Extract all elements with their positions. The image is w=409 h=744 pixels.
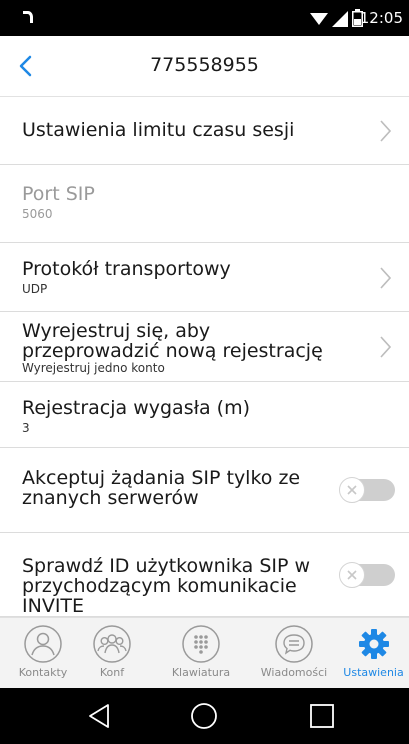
row-label: Port SIP [22, 183, 95, 205]
gear-icon [359, 629, 389, 659]
chevron-right-icon [380, 120, 391, 142]
check-sip-user-id-row: Sprawdź ID użytkownika SIP w przychodząc… [0, 533, 409, 617]
transport-protocol-row[interactable]: Protokół transportowy UDP [0, 243, 409, 312]
toggle-knob [339, 477, 365, 503]
close-icon [347, 570, 357, 580]
app-notification-icon [20, 9, 36, 29]
recent-apps-icon[interactable] [309, 703, 335, 729]
registration-expires-row[interactable]: Rejestracja wygasła (m) 3 [0, 382, 409, 448]
app-header: 775558955 [0, 36, 409, 97]
chevron-right-icon [380, 267, 391, 289]
signal-icon [310, 11, 348, 31]
row-label: Akceptuj żądania SIP tylko ze znanych se… [22, 467, 301, 509]
tab-messages[interactable]: Wiadomości [251, 618, 337, 688]
row-value: Wyrejestruj jedno konto [22, 361, 165, 375]
row-value: 5060 [22, 207, 53, 221]
row-value: UDP [22, 282, 48, 296]
tab-contacts[interactable]: Kontakty [0, 618, 86, 688]
status-bar: 12:05 [0, 0, 409, 36]
row-label: Rejestracja wygasła (m) [22, 397, 251, 419]
tab-label: Kontakty [18, 666, 68, 679]
message-icon [275, 625, 313, 663]
row-label: Wyrejestruj się, aby przeprowadzić nową … [22, 320, 323, 362]
back-nav-icon[interactable] [86, 703, 112, 729]
tab-label: Klawiatura [171, 666, 231, 679]
toggle-knob [339, 562, 365, 588]
close-icon [347, 485, 357, 495]
chevron-right-icon [380, 336, 391, 358]
conference-icon [93, 625, 131, 663]
row-label: Sprawdź ID użytkownika SIP w przychodząc… [22, 555, 311, 617]
system-navigation-bar [0, 688, 409, 744]
row-label: Protokół transportowy [22, 258, 231, 280]
session-timeout-settings-row[interactable]: Ustawienia limitu czasu sesji [0, 97, 409, 165]
sip-port-row: Port SIP 5060 [0, 165, 409, 243]
tab-conference[interactable]: Konf [76, 618, 148, 688]
tab-settings[interactable]: Ustawienia [338, 618, 409, 688]
clock: 12:05 [359, 9, 403, 27]
row-value: 3 [22, 421, 30, 435]
tab-label: Konf [99, 666, 125, 679]
keypad-icon [182, 625, 220, 663]
accept-known-servers-toggle[interactable] [339, 477, 395, 503]
row-label: Ustawienia limitu czasu sesji [22, 119, 295, 141]
check-sip-user-id-toggle[interactable] [339, 562, 395, 588]
bottom-tab-bar: Kontakty Konf Klawiatura Wiadomości Usta… [0, 617, 409, 688]
accept-known-servers-row: Akceptuj żądania SIP tylko ze znanych se… [0, 448, 409, 533]
tab-label: Ustawienia [343, 666, 404, 679]
contact-icon [24, 625, 62, 663]
tab-keypad[interactable]: Klawiatura [159, 618, 243, 688]
unregister-row[interactable]: Wyrejestruj się, aby przeprowadzić nową … [0, 312, 409, 382]
home-nav-icon[interactable] [190, 702, 218, 730]
tab-label: Wiadomości [260, 666, 328, 679]
page-title: 775558955 [150, 54, 259, 76]
settings-list: Ustawienia limitu czasu sesji Port SIP 5… [0, 97, 409, 617]
